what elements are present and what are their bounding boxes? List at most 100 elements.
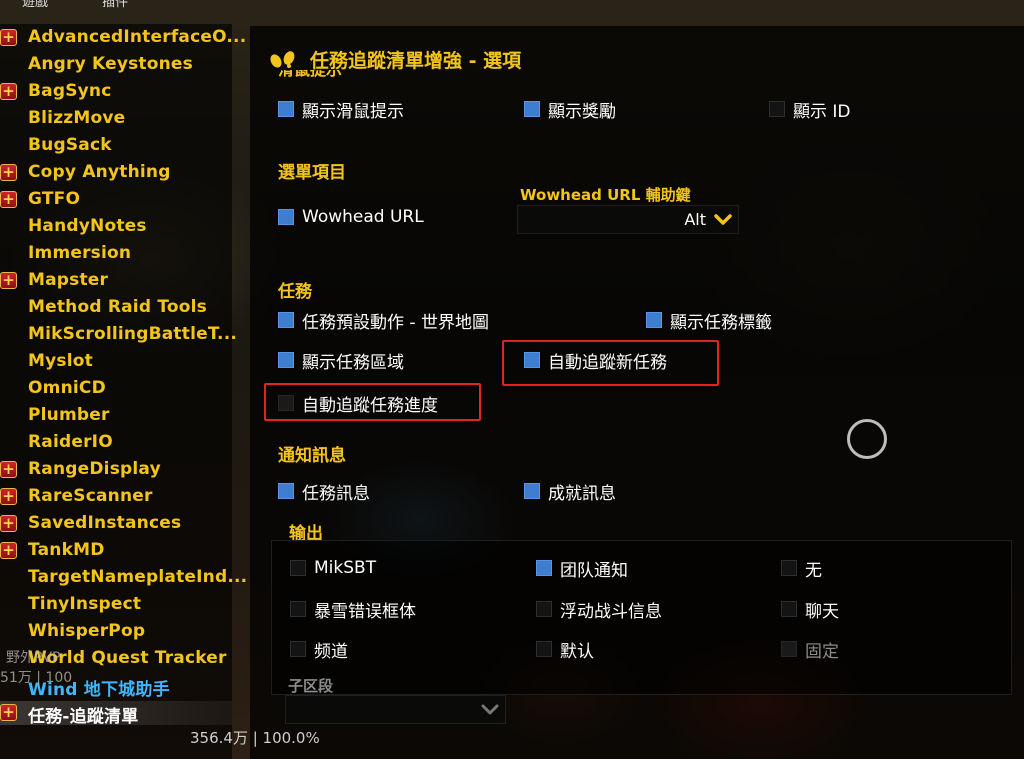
section-menu-items: 選單項目 (278, 163, 346, 183)
sidebar-item[interactable]: HandyNotes (0, 215, 232, 239)
opt-output-floating-combat[interactable]: 浮动战斗信息 (536, 598, 662, 622)
opt-output-error-frame[interactable]: 暴雪错误框体 (290, 598, 416, 622)
sidebar-item-label: AdvancedInterfaceO... (28, 27, 247, 47)
checkbox[interactable] (646, 312, 662, 328)
opt-achievement-message[interactable]: 成就訊息 (524, 480, 616, 504)
sidebar-item[interactable]: + SavedInstances (0, 512, 232, 536)
sidebar-item[interactable]: Method Raid Tools (0, 296, 232, 320)
sidebar-item-label: RareScanner (28, 486, 153, 506)
checkbox[interactable] (278, 312, 294, 328)
checkbox[interactable] (536, 560, 552, 576)
sidebar-item-label: BugSack (28, 135, 112, 155)
sidebar-item-label: Mapster (28, 270, 109, 290)
checkbox[interactable] (278, 483, 294, 499)
opt-show-quest-zone[interactable]: 顯示任務區域 (278, 349, 404, 373)
checkbox[interactable] (290, 560, 306, 576)
opt-show-tooltip[interactable]: 顯示滑鼠提示 (278, 98, 404, 122)
sidebar-item[interactable]: + RareScanner (0, 485, 232, 509)
checkbox[interactable] (278, 209, 294, 225)
sidebar-item[interactable]: + BagSync (0, 80, 232, 104)
sidebar-item-label: MikScrollingBattleT... (28, 324, 238, 344)
section-quests: 任務 (278, 282, 312, 302)
sidebar-item[interactable]: Plumber (0, 404, 232, 428)
opt-label: 聊天 (805, 601, 839, 622)
opt-output-miksbt[interactable]: MikSBT (290, 557, 376, 579)
sidebar-item[interactable]: TinyInspect (0, 593, 232, 617)
opt-quest-default-action[interactable]: 任務預設動作 - 世界地圖 (278, 309, 489, 333)
sidebar-item[interactable]: + 任務-追蹤清單 (0, 701, 232, 727)
opt-show-id[interactable]: 顯示 ID (769, 98, 851, 122)
checkbox[interactable] (781, 641, 797, 657)
sidebar-item[interactable]: MikScrollingBattleT... (0, 323, 237, 347)
sidebar-item[interactable]: + Mapster (0, 269, 232, 293)
expand-plus-icon[interactable]: + (0, 164, 17, 181)
opt-label: 团队通知 (560, 560, 628, 581)
sidebar-item[interactable]: BugSack (0, 134, 232, 158)
sidebar-item-label: BagSync (28, 81, 112, 101)
sidebar-item[interactable]: Angry Keystones (0, 53, 232, 77)
checkbox[interactable] (278, 101, 294, 117)
opt-label: 顯示 ID (793, 101, 851, 122)
checkbox[interactable] (524, 101, 540, 117)
checkbox[interactable] (781, 560, 797, 576)
checkbox[interactable] (536, 641, 552, 657)
sidebar-item[interactable]: Immersion (0, 242, 232, 266)
cursor-ring-icon (847, 419, 887, 459)
sidebar-item-label: Angry Keystones (28, 54, 193, 74)
opt-label: 默认 (560, 641, 594, 662)
checkbox[interactable] (278, 352, 294, 368)
sidebar-item-label: BlizzMove (28, 108, 126, 128)
expand-plus-icon[interactable]: + (0, 272, 17, 289)
checkbox[interactable] (536, 601, 552, 617)
opt-label: MikSBT (314, 558, 377, 578)
checkbox[interactable] (769, 101, 785, 117)
expand-plus-icon[interactable]: + (0, 83, 17, 100)
highlight-box-auto-track-new (502, 340, 719, 386)
checkbox[interactable] (290, 641, 306, 657)
sidebar-item-label: TinyInspect (28, 594, 142, 614)
tab-addons[interactable]: 插件 (102, 0, 128, 10)
sidebar-item[interactable]: Myslot (0, 350, 232, 374)
sidebar-item-label: Plumber (28, 405, 110, 425)
opt-output-raid-notice[interactable]: 团队通知 (536, 557, 628, 581)
sidebar-item[interactable]: + TankMD (0, 539, 232, 563)
checkbox[interactable] (290, 601, 306, 617)
sidebar-item-label: SavedInstances (28, 513, 182, 533)
sidebar-item[interactable]: OmniCD (0, 377, 232, 401)
opt-show-rewards[interactable]: 顯示獎勵 (524, 98, 616, 122)
opt-label: 无 (805, 560, 822, 581)
opt-quest-message[interactable]: 任務訊息 (278, 480, 370, 504)
sidebar-item[interactable]: BlizzMove (0, 107, 232, 131)
expand-plus-icon[interactable]: + (0, 29, 17, 46)
opt-output-channel[interactable]: 频道 (290, 638, 348, 662)
sidebar-item[interactable]: + GTFO (0, 188, 232, 212)
opt-output-default[interactable]: 默认 (536, 638, 594, 662)
opt-output-fixed[interactable]: 固定 (781, 638, 839, 662)
sidebar-item[interactable]: + RangeDisplay (0, 458, 232, 482)
checkbox[interactable] (524, 483, 540, 499)
tab-game[interactable]: 遊戲 (22, 0, 48, 10)
sidebar-item-label: Copy Anything (28, 162, 171, 182)
expand-plus-icon[interactable]: + (0, 461, 17, 478)
opt-output-none[interactable]: 无 (781, 557, 822, 581)
sidebar-item[interactable]: + Copy Anything (0, 161, 232, 185)
sidebar-item[interactable]: + AdvancedInterfaceO... (0, 26, 246, 50)
opt-wowhead-url[interactable]: Wowhead URL (278, 206, 424, 228)
sidebar-item[interactable]: WhisperPop (0, 620, 232, 644)
sidebar-item[interactable]: TargetNameplateInd... (0, 566, 247, 590)
opt-label: 顯示任務區域 (302, 352, 404, 373)
expand-plus-icon[interactable]: + (0, 191, 17, 208)
sidebar-item-label: GTFO (28, 189, 81, 209)
dropdown-value: Alt (684, 210, 706, 229)
opt-output-chat[interactable]: 聊天 (781, 598, 839, 622)
checkbox[interactable] (781, 601, 797, 617)
wowhead-modifier-dropdown[interactable]: Alt (517, 205, 739, 234)
subchannel-dropdown[interactable] (285, 695, 506, 724)
expand-plus-icon[interactable]: + (0, 704, 17, 721)
opt-label: 暴雪错误框体 (314, 601, 416, 622)
expand-plus-icon[interactable]: + (0, 542, 17, 559)
opt-show-quest-tags[interactable]: 顯示任務標籤 (646, 309, 772, 333)
expand-plus-icon[interactable]: + (0, 488, 17, 505)
expand-plus-icon[interactable]: + (0, 515, 17, 532)
sidebar-item[interactable]: RaiderIO (0, 431, 232, 455)
